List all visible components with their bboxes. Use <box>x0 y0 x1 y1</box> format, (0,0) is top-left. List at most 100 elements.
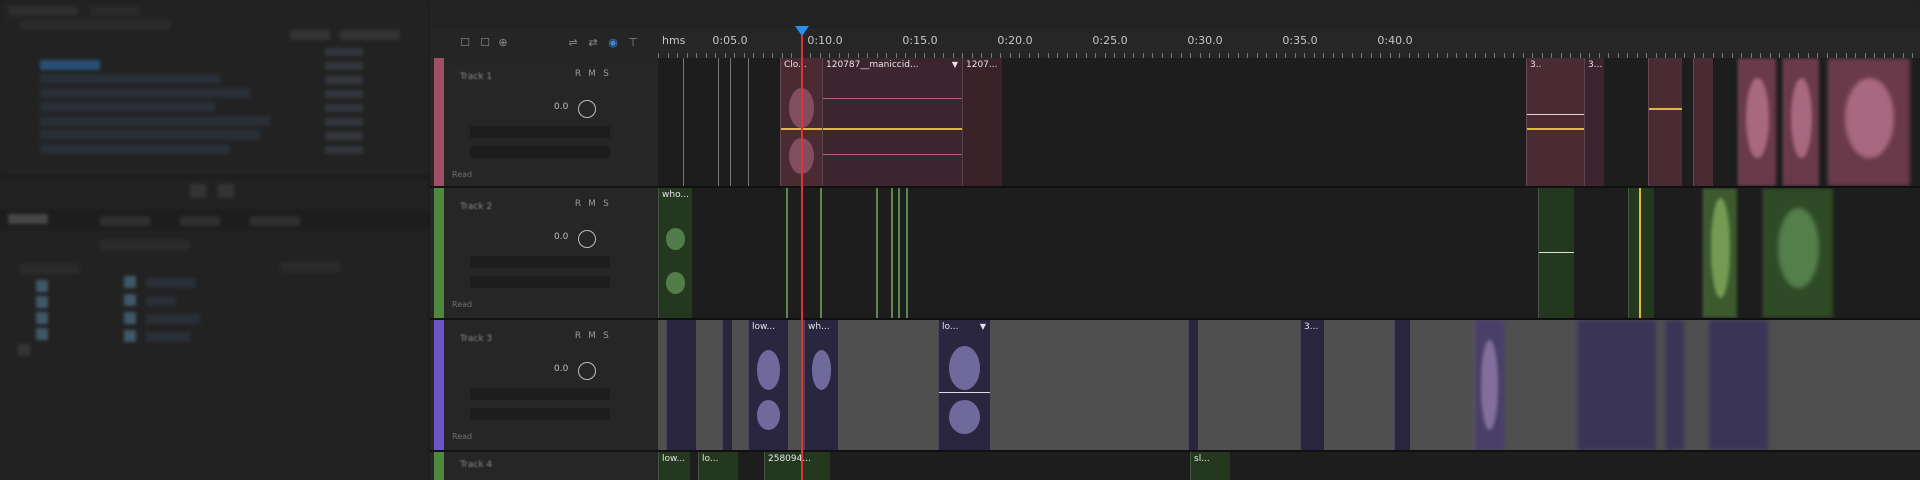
track-name[interactable]: Track 2 <box>460 202 492 212</box>
input-field[interactable] <box>470 126 610 138</box>
file-row[interactable] <box>146 332 190 342</box>
audio-clip[interactable] <box>1538 188 1574 318</box>
stop-button[interactable] <box>218 184 234 198</box>
file-icon[interactable] <box>124 312 136 324</box>
audio-clip[interactable] <box>1188 320 1198 450</box>
solo-button[interactable]: S <box>600 330 612 342</box>
sends-icon[interactable]: ◉ <box>606 36 620 50</box>
pan-envelope[interactable] <box>939 392 990 393</box>
panel-button[interactable] <box>290 30 330 40</box>
panel-tab[interactable] <box>250 216 300 226</box>
audio-clip[interactable] <box>1828 58 1910 186</box>
automation-mode[interactable]: Read <box>452 170 472 179</box>
file-row[interactable] <box>40 74 220 84</box>
pan-envelope[interactable] <box>1527 114 1584 115</box>
mute-button[interactable]: M <box>586 68 598 80</box>
mute-button[interactable]: M <box>586 198 598 210</box>
folder-icon[interactable] <box>36 312 48 324</box>
panel-tab[interactable] <box>90 6 140 16</box>
audio-clip[interactable] <box>1628 188 1654 318</box>
mute-button[interactable]: M <box>586 330 598 342</box>
pin-icon[interactable]: ⊤ <box>626 36 640 50</box>
track-lane-2[interactable]: who... <box>658 188 1920 320</box>
audio-clip[interactable]: lo... <box>698 452 738 480</box>
file-icon[interactable] <box>124 294 136 306</box>
volume-knob[interactable] <box>578 230 596 248</box>
volume-envelope[interactable] <box>1639 188 1641 318</box>
panel-button[interactable] <box>340 30 400 40</box>
folder-icon[interactable] <box>36 280 48 292</box>
output-field[interactable] <box>470 276 610 288</box>
volume-mode-icon[interactable]: ⇌ <box>566 36 580 50</box>
audio-clip[interactable]: wh... <box>804 320 838 450</box>
automation-mode[interactable]: Read <box>452 432 472 441</box>
audio-clip[interactable]: 258094... <box>764 452 830 480</box>
record-icon[interactable]: R <box>572 330 584 342</box>
volume-knob[interactable] <box>578 362 596 380</box>
audio-clip[interactable]: 3.. <box>1526 58 1584 186</box>
volume-value[interactable]: 0.0 <box>554 232 568 242</box>
clip-menu-icon[interactable]: ▼ <box>952 60 958 69</box>
record-icon[interactable]: R <box>572 68 584 80</box>
track-tool-icon[interactable]: ⊕ <box>496 36 510 50</box>
file-row[interactable] <box>40 144 230 154</box>
audio-clip[interactable]: 3... <box>1584 58 1604 186</box>
volume-control[interactable]: 0.0 <box>454 230 644 248</box>
track-name[interactable]: Track 1 <box>460 72 492 82</box>
contents-dropdown[interactable] <box>100 240 190 250</box>
audio-clip[interactable] <box>1474 320 1504 450</box>
record-icon[interactable]: R <box>572 198 584 210</box>
folder-icon[interactable] <box>36 328 48 340</box>
drive-icon[interactable] <box>18 344 30 356</box>
audio-clip[interactable] <box>1394 320 1410 450</box>
output-field[interactable] <box>470 146 610 158</box>
volume-envelope[interactable] <box>1649 108 1682 110</box>
file-row[interactable] <box>40 116 270 126</box>
panel-tab[interactable] <box>8 6 78 16</box>
input-field[interactable] <box>470 388 610 400</box>
audio-clip[interactable]: low... <box>748 320 788 450</box>
file-row[interactable] <box>146 296 176 306</box>
audio-clip[interactable] <box>1738 58 1776 186</box>
audio-clip[interactable]: low... <box>658 452 690 480</box>
audio-clip[interactable] <box>1703 188 1737 318</box>
audio-clip[interactable] <box>1664 320 1684 450</box>
file-icon[interactable] <box>124 276 136 288</box>
track-name[interactable]: Track 4 <box>460 460 492 470</box>
file-row[interactable] <box>40 102 215 112</box>
file-row[interactable] <box>40 130 260 140</box>
pan-envelope[interactable] <box>823 154 962 155</box>
audio-clip[interactable]: lo... ▼ <box>938 320 990 450</box>
pan-envelope[interactable] <box>1539 252 1574 253</box>
file-icon[interactable] <box>124 330 136 342</box>
play-button[interactable] <box>190 184 206 198</box>
track-tool-icon[interactable]: ☐ <box>458 36 472 50</box>
audio-clip[interactable] <box>1576 320 1656 450</box>
solo-button[interactable]: S <box>600 198 612 210</box>
panel-tab[interactable] <box>8 214 48 224</box>
volume-control[interactable]: 0.0 <box>454 100 644 118</box>
audio-clip[interactable] <box>666 320 696 450</box>
volume-envelope[interactable] <box>1527 128 1584 130</box>
solo-button[interactable]: S <box>600 68 612 80</box>
audio-clip[interactable] <box>1648 58 1682 186</box>
file-row[interactable] <box>146 278 196 288</box>
track-lane-1[interactable]: Clo... 120787__maniccid... ▼ 1207... 3.. <box>658 58 1920 188</box>
file-row[interactable] <box>146 314 200 324</box>
track-tool-icon[interactable]: ☐ <box>478 36 492 50</box>
playhead[interactable] <box>801 28 803 480</box>
volume-envelope[interactable] <box>823 128 962 130</box>
audio-clip[interactable]: 3... <box>1300 320 1324 450</box>
automation-mode[interactable]: Read <box>452 300 472 309</box>
panel-tab[interactable] <box>180 216 220 226</box>
volume-value[interactable]: 0.0 <box>554 364 568 374</box>
audio-clip[interactable] <box>1693 58 1713 186</box>
volume-control[interactable]: 0.0 <box>454 362 644 380</box>
audio-clip[interactable] <box>722 320 732 450</box>
audio-clip[interactable]: sl... <box>1190 452 1230 480</box>
selected-file-row[interactable] <box>40 60 100 70</box>
folder-icon[interactable] <box>36 296 48 308</box>
volume-knob[interactable] <box>578 100 596 118</box>
track-name[interactable]: Track 3 <box>460 334 492 344</box>
clip-menu-icon[interactable]: ▼ <box>980 322 986 331</box>
